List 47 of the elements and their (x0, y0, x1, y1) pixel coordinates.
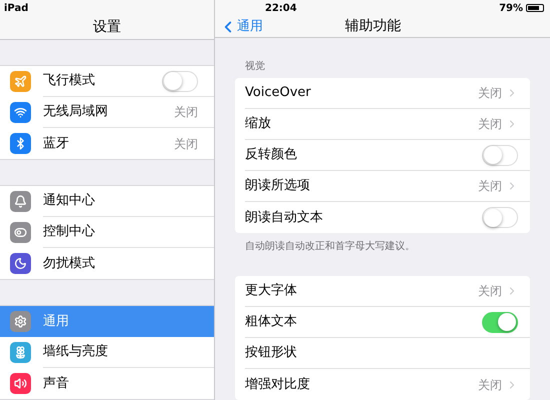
row-label: 更大字体 (245, 282, 297, 300)
item-label: 飞行模式 (43, 72, 95, 90)
row-label: 朗读自动文本 (245, 208, 323, 227)
settings-row[interactable]: 按钮形状 (235, 338, 530, 369)
section-footer: 自动朗读自动改正和首字母大写建议。 (235, 233, 530, 276)
value-text: 关闭 (478, 178, 502, 195)
settings-row[interactable]: 朗读自动文本 (235, 202, 530, 233)
item-label: 墙纸与亮度 (43, 343, 108, 362)
toggle-switch[interactable] (482, 312, 518, 332)
row-label: 增强对比度 (245, 376, 310, 394)
value-text: 关闭 (478, 85, 502, 102)
item-label: 蓝牙 (43, 134, 69, 153)
value-text: 关闭 (478, 376, 502, 394)
settings-row[interactable]: 缩放 关闭 (235, 109, 530, 140)
settings-row[interactable]: 更大字体 关闭 (235, 276, 530, 307)
toggle-switch[interactable] (482, 144, 518, 166)
page-title: 辅助功能 (345, 17, 401, 36)
item-label: 勿扰模式 (43, 254, 95, 273)
item-label: 声音 (43, 374, 69, 393)
settings-row[interactable]: 朗读所选项 关闭 (235, 171, 530, 202)
battery-icon (526, 4, 544, 12)
item-label: 通知中心 (43, 192, 95, 210)
value-text: 关闭 (174, 104, 198, 121)
row-label: 按钮形状 (245, 344, 297, 362)
back-button[interactable]: 通用 (219, 16, 263, 36)
toggle-switch[interactable] (482, 207, 518, 228)
item-label: 通用 (43, 312, 69, 331)
item-label: 无线局域网 (43, 103, 108, 122)
item-label: 控制中心 (43, 223, 95, 242)
row-label: 朗读所选项 (245, 177, 310, 196)
toggle-switch[interactable] (162, 70, 198, 92)
settings-row[interactable]: 粗体文本 (235, 307, 530, 338)
value-text: 关闭 (478, 116, 502, 133)
row-label: VoiceOver (245, 84, 311, 102)
clock-time: 22:04 (265, 2, 297, 16)
row-label: 反转颜色 (245, 146, 297, 164)
settings-row[interactable]: VoiceOver 关闭 (235, 78, 530, 109)
row-label: 缩放 (245, 115, 271, 134)
settings-row[interactable]: 增强对比度 关闭 (235, 369, 530, 400)
sidebar-title: 设置 (93, 18, 121, 37)
battery-percent: 79% (499, 2, 523, 16)
value-text: 关闭 (174, 136, 198, 152)
value-text: 关闭 (478, 283, 502, 300)
row-label: 粗体文本 (245, 313, 297, 332)
device-name: iPad (4, 2, 28, 16)
settings-row[interactable]: 反转颜色 (235, 140, 530, 171)
section-header: 视觉 (244, 60, 266, 74)
